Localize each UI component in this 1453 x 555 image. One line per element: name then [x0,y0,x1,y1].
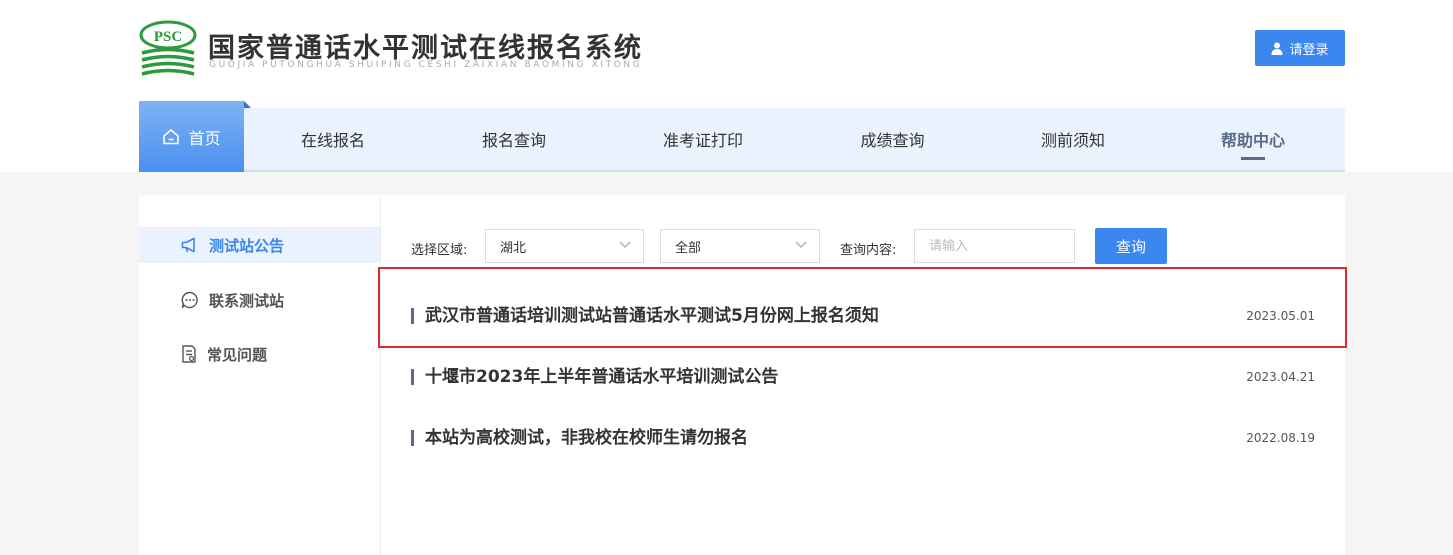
main-nav: 首页 在线报名 报名查询 准考证打印 成绩查询 测前须知 帮助中心 [139,101,1345,172]
region-select-value: 湖北 [500,240,527,256]
sidebar: 测试站公告 联系测试站 常见问题 [139,195,381,555]
sidebar-item-contact[interactable]: 联系测试站 [139,282,380,318]
notice-item[interactable]: 十堰市2023年上半年普通话水平培训测试公告 2023.04.21 [411,357,1315,397]
nav-label-home: 首页 [188,128,221,148]
content-panel: 测试站公告 联系测试站 常见问题 选择区域: 湖北 全部 查询内容: 请输入 查… [139,195,1345,555]
notice-item[interactable]: 武汉市普通话培训测试站普通话水平测试5月份网上报名须知 2023.05.01 [411,296,1315,336]
nav-item-online-registration[interactable]: 在线报名 [244,108,422,170]
region-select[interactable]: 湖北 [485,229,644,263]
nav-item-home[interactable]: 首页 [139,101,251,172]
header: PSC 国家普通话水平测试在线报名系统 GUOJIA PUTONGHUA SHU… [0,0,1453,172]
notice-bullet [411,308,414,324]
sidebar-item-label: 常见问题 [207,345,268,364]
psc-logo: PSC [139,20,197,76]
notice-item[interactable]: 本站为高校测试，非我校在校师生请勿报名 2022.08.19 [411,418,1315,458]
notice-date: 2023.05.01 [1246,309,1315,323]
login-button[interactable]: 请登录 [1255,30,1345,66]
nav-item-score-query[interactable]: 成绩查询 [800,108,985,170]
notice-title: 本站为高校测试，非我校在校师生请勿报名 [425,428,748,448]
megaphone-icon [181,237,195,253]
sidebar-item-faq[interactable]: 常见问题 [139,336,380,372]
notice-date: 2023.04.21 [1246,370,1315,384]
search-input[interactable] [914,229,1075,263]
nav-item-help-center[interactable]: 帮助中心 [1161,108,1345,170]
active-nav-underline [1241,157,1265,160]
category-select-value: 全部 [675,240,702,256]
search-label: 查询内容: [840,243,897,258]
login-label: 请登录 [1289,42,1329,58]
home-icon [163,129,180,145]
user-icon [1271,42,1283,55]
region-label: 选择区域: [411,243,468,258]
logo-text: PSC [154,29,182,45]
notice-title: 武汉市普通话培训测试站普通话水平测试5月份网上报名须知 [425,306,879,326]
nav-item-admission-print[interactable]: 准考证打印 [606,108,800,170]
sidebar-item-announcements[interactable]: 测试站公告 [139,227,380,263]
nav-item-registration-query[interactable]: 报名查询 [422,108,606,170]
notice-bullet [411,430,414,446]
sidebar-item-label: 联系测试站 [209,291,285,310]
category-select[interactable]: 全部 [660,229,820,263]
nav-label-help-center: 帮助中心 [1220,131,1285,150]
query-button[interactable]: 查询 [1095,228,1167,264]
chevron-down-icon [795,241,807,248]
notice-date: 2022.08.19 [1246,431,1315,445]
notice-title: 十堰市2023年上半年普通话水平培训测试公告 [425,367,779,387]
sidebar-item-label: 测试站公告 [209,236,285,255]
chat-icon [181,291,198,309]
site-subtitle: GUOJIA PUTONGHUA SHUIPING CESHI ZAIXIAN … [209,60,643,70]
nav-item-pretest-notes[interactable]: 测前须知 [985,108,1161,170]
document-icon [182,345,196,363]
chevron-down-icon [619,241,631,248]
tab-corner [244,101,251,108]
notice-bullet [411,369,414,385]
